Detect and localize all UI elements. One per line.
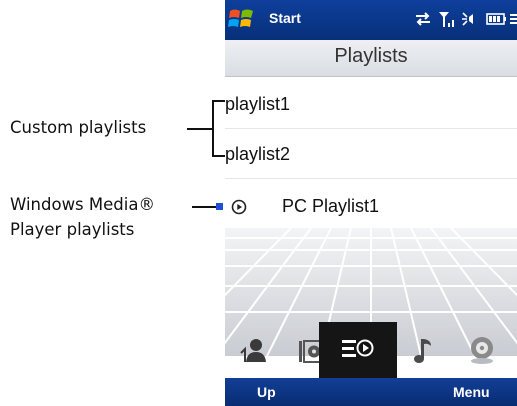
battery-icon[interactable] bbox=[485, 9, 507, 29]
start-label[interactable]: Start bbox=[269, 10, 301, 26]
tab-bar bbox=[225, 322, 517, 378]
custom-callout-bracket-top bbox=[212, 100, 226, 102]
menu-softkey[interactable]: Menu bbox=[453, 384, 490, 400]
wmp-callout-leader bbox=[192, 206, 218, 208]
now-playing-tab[interactable] bbox=[459, 322, 517, 378]
wmp-callout-marker bbox=[216, 203, 223, 210]
playlist-item-pc[interactable]: PC Playlist1 bbox=[225, 182, 517, 230]
signal-icon[interactable] bbox=[437, 9, 457, 29]
wmp-playlists-callout-line1: Windows Media® bbox=[10, 195, 155, 214]
playlist-item-label: playlist2 bbox=[225, 144, 291, 164]
playlist-icon bbox=[342, 339, 374, 357]
songs-tab[interactable] bbox=[405, 322, 463, 378]
wmp-playlists-callout-line2: Player playlists bbox=[10, 220, 135, 239]
disc-icon bbox=[471, 337, 493, 364]
menu-lines-icon[interactable] bbox=[509, 9, 517, 29]
list-divider bbox=[225, 178, 517, 179]
page-title: Playlists bbox=[334, 45, 408, 67]
windows-logo-icon[interactable] bbox=[227, 5, 257, 33]
playlist-item-1[interactable]: playlist1 bbox=[225, 80, 517, 128]
playlist-item-label: PC Playlist1 bbox=[282, 196, 380, 216]
playlist-item-label: playlist1 bbox=[225, 94, 291, 114]
playlists-tab[interactable] bbox=[319, 322, 397, 378]
custom-callout-leader bbox=[187, 128, 214, 130]
custom-callout-bracket bbox=[212, 100, 214, 156]
volume-icon[interactable] bbox=[461, 9, 481, 29]
playlist-item-2[interactable]: playlist2 bbox=[225, 130, 517, 178]
status-bar: Start bbox=[225, 0, 517, 40]
title-bar: Playlists bbox=[225, 40, 517, 77]
person-icon bbox=[240, 339, 266, 362]
up-softkey[interactable]: Up bbox=[257, 384, 276, 400]
connectivity-icon[interactable] bbox=[413, 9, 433, 29]
custom-callout-bracket-bottom bbox=[212, 155, 226, 157]
phone-screen: Start Playlists playlist1 playlist2 PC P… bbox=[225, 0, 517, 406]
soft-key-bar: Up Menu bbox=[225, 378, 517, 406]
music-note-icon bbox=[414, 339, 431, 363]
artists-tab[interactable] bbox=[225, 322, 283, 378]
play-circle-icon bbox=[231, 199, 247, 215]
list-divider bbox=[225, 128, 517, 129]
custom-playlists-callout: Custom playlists bbox=[10, 118, 147, 137]
